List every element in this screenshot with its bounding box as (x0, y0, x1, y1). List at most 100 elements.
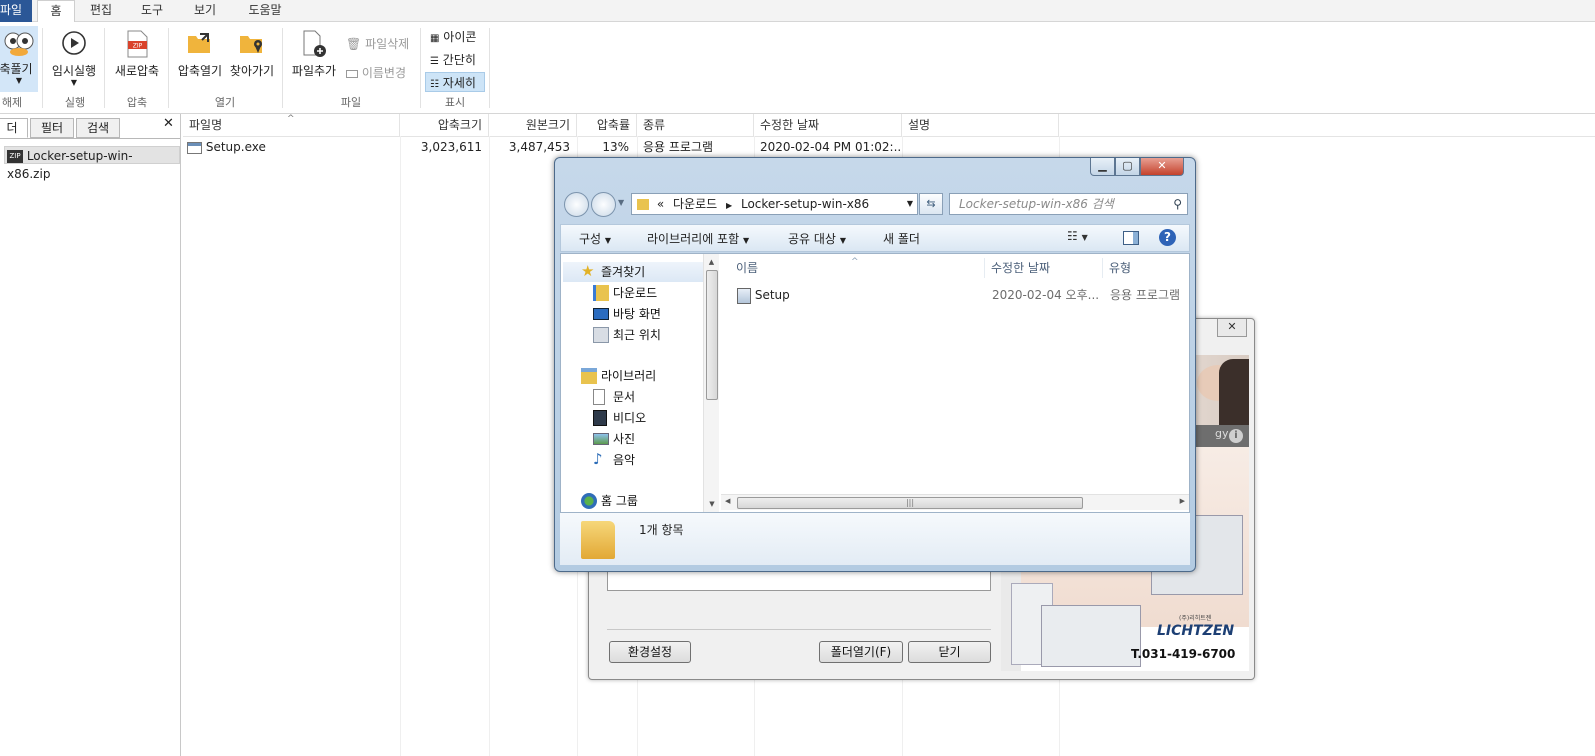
chevron-down-icon[interactable]: ▼ (907, 194, 913, 214)
group-label-view: 표시 (444, 96, 466, 109)
history-dropdown-icon[interactable]: ▼ (618, 198, 624, 207)
address-bar[interactable]: « 다운로드 ▶ Locker-setup-win-x86 ▼ (631, 193, 918, 215)
col-original[interactable]: 원본크기 (489, 114, 577, 136)
horizontal-scrollbar[interactable]: ◀ ||| ▶ (721, 494, 1189, 510)
menu-bar: 파일 홈 편집 도구 보기 도움말 (0, 0, 1595, 23)
col-header-type[interactable]: 유형 (1103, 258, 1189, 278)
col-name[interactable]: 파일명 ^ (183, 114, 400, 136)
window-close-button[interactable]: ✕ (1140, 158, 1184, 176)
group-label-file: 파일 (340, 96, 362, 109)
share-button[interactable]: 공유 대상 ▼ (788, 230, 846, 247)
col-header-modified[interactable]: 수정한 날짜 (985, 258, 1103, 278)
search-box[interactable]: Locker-setup-win-x86 검색 ⚲ (949, 193, 1188, 215)
minimize-icon: ▁ (1098, 159, 1107, 172)
open-archive-button[interactable]: 압축열기 (174, 30, 226, 79)
folder-open-icon (188, 33, 210, 53)
col-type[interactable]: 종류 (637, 114, 754, 136)
extract-button[interactable]: 축풀기 ▼ (0, 26, 38, 92)
explorer-window: ▁ ▢ ✕ ▼ « 다운로드 ▶ Locker-setup-win-x86 ▼ … (554, 157, 1196, 572)
folder-large-icon (581, 521, 615, 559)
h-scroll-thumb[interactable]: ||| (737, 497, 1083, 509)
settings-button[interactable]: 환경설정 (609, 641, 691, 663)
maximize-button[interactable]: ▢ (1115, 158, 1140, 176)
ad-brand-small: (주)리히트젠 (1179, 615, 1212, 622)
menu-tab-tools[interactable]: 도구 (131, 0, 173, 22)
chevron-right-icon: ▶ (726, 201, 733, 210)
include-library-button[interactable]: 라이브러리에 포함 ▼ (647, 230, 749, 247)
open-archive-label: 압축열기 (177, 64, 223, 78)
desktop-icon (593, 308, 609, 320)
new-zip-label: 새로압축 (114, 64, 160, 78)
browse-button[interactable]: 찾아가기 (228, 30, 276, 79)
col-description[interactable]: 설명 (902, 114, 1059, 136)
run-button[interactable]: 임시실행 ▼ (48, 30, 100, 87)
pictures-icon (593, 433, 609, 445)
run-label: 임시실행 (51, 64, 97, 78)
view-options-icon[interactable]: ☷ ▼ (1067, 229, 1088, 243)
scroll-up-icon[interactable]: ▲ (704, 258, 719, 266)
organize-button[interactable]: 구성 ▼ (579, 230, 611, 247)
panel-close-icon[interactable]: ✕ (163, 116, 174, 131)
scroll-down-icon[interactable]: ▼ (704, 500, 720, 508)
col-ratio[interactable]: 압축률 (577, 114, 637, 136)
navigation-pane: ★ 즐겨찾기 다운로드 바탕 화면 최근 위치 라이브러리 문서 비디오 사진 ♪… (561, 254, 719, 512)
menu-tab-edit[interactable]: 편집 (80, 0, 122, 22)
info-icon[interactable]: i (1229, 429, 1243, 443)
breadcrumb-folder[interactable]: Locker-setup-win-x86 (741, 197, 869, 211)
nav-scrollbar[interactable]: ▲ ▼ (703, 254, 719, 512)
group-label-compress: 압축 (126, 96, 148, 109)
menu-file[interactable]: 파일 (0, 0, 32, 22)
back-button[interactable] (564, 192, 589, 217)
new-folder-button[interactable]: 새 폴더 (883, 230, 920, 247)
help-icon[interactable]: ? (1159, 229, 1176, 246)
open-folder-button[interactable]: 폴더열기(F) (819, 641, 903, 663)
view-details-button[interactable]: ☷ 자세히 (425, 72, 485, 92)
list-item[interactable]: Setup 2020-02-04 오후... 응용 프로그램 (737, 285, 1189, 305)
play-icon (62, 31, 86, 55)
minimize-button[interactable]: ▁ (1090, 158, 1115, 176)
rename-button[interactable]: 이름변경 (346, 63, 416, 83)
nav-scroll-thumb[interactable] (706, 270, 718, 400)
chevron-down-icon: ▼ (742, 236, 750, 245)
refresh-button[interactable]: ⇆ (919, 193, 943, 215)
explorer-body: ★ 즐겨찾기 다운로드 바탕 화면 최근 위치 라이브러리 문서 비디오 사진 ♪… (560, 253, 1190, 513)
menu-tab-help[interactable]: 도움말 (240, 0, 290, 22)
folder-icon (637, 199, 649, 210)
col-header-name[interactable]: 이름 ^ (721, 257, 985, 278)
tab-folder[interactable]: 더 (0, 118, 28, 138)
documents-icon (593, 389, 605, 405)
setup-exe-icon (737, 287, 751, 304)
preview-pane-icon[interactable] (1123, 231, 1139, 245)
delete-file-button[interactable]: 🗑 파일삭제 (346, 34, 416, 54)
recent-places-icon (593, 327, 609, 343)
menu-tab-home[interactable]: 홈 (37, 0, 75, 23)
tab-search[interactable]: 검색 (76, 118, 120, 138)
new-zip-button[interactable]: ZIP 새로압축 (110, 30, 164, 79)
col-compressed[interactable]: 압축크기 (400, 114, 489, 136)
trash-icon: 🗑 (346, 37, 362, 51)
scroll-left-icon[interactable]: ◀ (725, 497, 730, 505)
add-file-label: 파일추가 (291, 64, 337, 78)
close-button[interactable]: 닫기 (908, 641, 991, 663)
forward-button[interactable] (591, 192, 616, 217)
svg-text:ZIP: ZIP (133, 43, 143, 50)
grid-icon: ▦ (430, 33, 440, 44)
view-icons-button[interactable]: ▦ 아이콘 (427, 27, 485, 47)
details-icon: ☷ (430, 79, 439, 90)
sort-up-icon: ^ (851, 257, 859, 267)
menu-tab-view[interactable]: 보기 (184, 0, 226, 22)
extract-icon (4, 32, 34, 56)
view-simple-button[interactable]: ☰ 간단히 (427, 50, 485, 70)
ad-hair (1219, 359, 1249, 425)
col-modified[interactable]: 수정한 날짜 (754, 114, 902, 136)
ad-machine-2 (1041, 605, 1141, 667)
tab-filter[interactable]: 필터 (30, 118, 74, 138)
list-icon: ☰ (430, 56, 439, 67)
dialog-close-button[interactable]: ✕ (1217, 319, 1247, 337)
zip-icon: ZIP (7, 150, 23, 163)
scroll-right-icon[interactable]: ▶ (1180, 497, 1185, 505)
breadcrumb-downloads[interactable]: 다운로드 (673, 197, 717, 211)
add-file-button[interactable]: 파일추가 (288, 30, 340, 79)
tree-item-zip[interactable]: ZIP Locker-setup-win-x86.zip (4, 146, 180, 181)
close-icon: ✕ (1157, 159, 1167, 172)
